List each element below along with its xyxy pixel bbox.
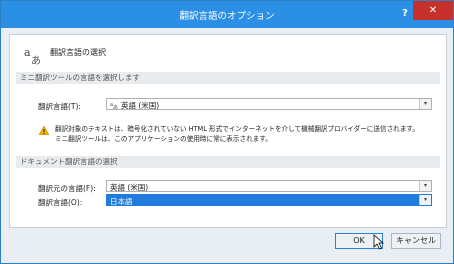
dialog-window: 翻訳言語のオプション ? ✕ a あ 翻訳言語の選択 ミニ翻訳ツールの言語を選択… — [0, 0, 454, 264]
warning-line-1: 翻訳対象のテキストは、暗号化されていない HTML 形式でインターネットを介して… — [55, 125, 419, 133]
svg-text:あ: あ — [113, 105, 118, 109]
translate-icon: a あ — [24, 46, 41, 65]
header-title: 翻訳言語の選択 — [50, 48, 106, 57]
svg-text:あ: あ — [31, 55, 41, 65]
source-language-value: 英語 (米国) — [110, 183, 149, 192]
translate-small-icon: a あ — [110, 102, 118, 109]
mouse-pointer-icon — [373, 234, 385, 250]
document-translation-section-header: ドキュメント翻訳言語の選択 — [16, 156, 440, 168]
mini-translator-section-header: ミニ翻訳ツールの言語を選択します — [16, 72, 440, 84]
warning-text: 翻訳対象のテキストは、暗号化されていない HTML 形式でインターネットを介して… — [55, 124, 435, 144]
window-title: 翻訳言語のオプション — [179, 11, 275, 22]
close-button[interactable]: ✕ — [413, 1, 453, 20]
cancel-button[interactable]: キャンセル — [391, 233, 441, 249]
target-language-select[interactable]: 日本語 ▾ — [106, 194, 432, 206]
chevron-down-icon[interactable]: ▾ — [419, 99, 431, 109]
target-language-value: 日本語 — [110, 197, 133, 206]
title-bar[interactable]: 翻訳言語のオプション ? ✕ — [1, 1, 453, 28]
warning-line-2: ミニ翻訳ツールは、このアプリケーションの使用時に常に表示されます。 — [55, 135, 272, 143]
dialog-content: a あ 翻訳言語の選択 ミニ翻訳ツールの言語を選択します 翻訳言語(T): 英語… — [9, 34, 447, 228]
target-language-label: 翻訳言語(O): — [38, 198, 83, 207]
source-language-select[interactable]: 英語 (米国) ▾ — [106, 180, 432, 192]
chevron-down-icon[interactable]: ▾ — [419, 181, 431, 191]
translate-language-label: 翻訳言語(T): — [38, 102, 81, 111]
help-button[interactable]: ? — [397, 6, 413, 22]
svg-text:a: a — [24, 46, 31, 59]
translate-language-select[interactable]: 英語 (米国) a あ ▾ — [106, 98, 432, 110]
chevron-down-icon[interactable]: ▾ — [419, 195, 431, 205]
source-language-label: 翻訳元の言語(F): — [38, 184, 96, 193]
warning-icon — [39, 126, 49, 135]
translate-language-value: 英語 (米国) — [121, 101, 160, 110]
